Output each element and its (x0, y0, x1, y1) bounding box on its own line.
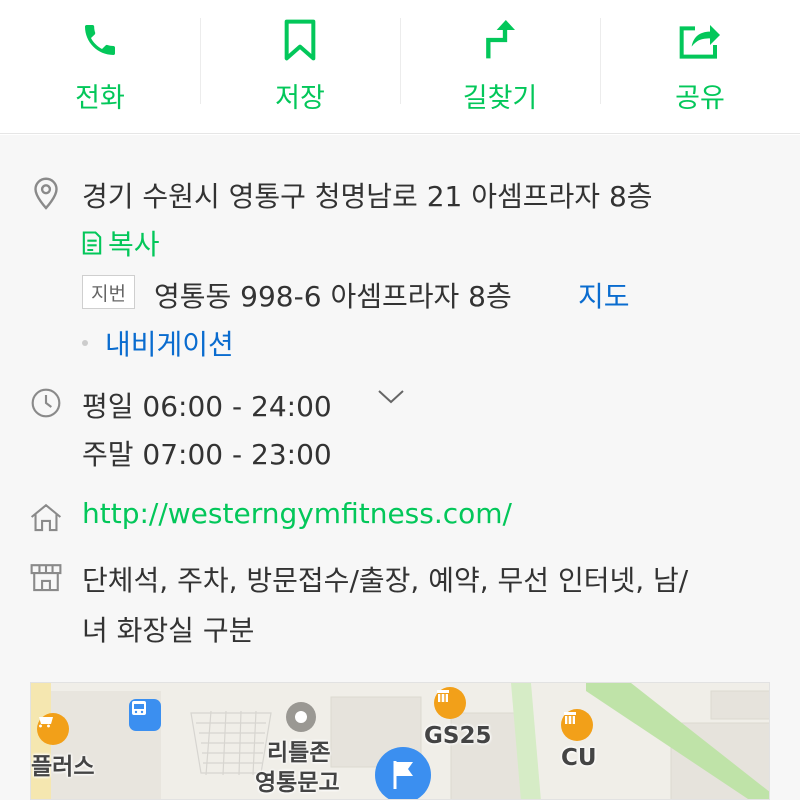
map-link[interactable]: 지도 (578, 275, 630, 315)
action-bar: 전화 저장 길찾기 공유 (0, 0, 800, 134)
map-label-cu: CU (561, 745, 597, 771)
copy-icon (82, 231, 102, 255)
store-poi-icon[interactable] (37, 713, 69, 745)
save-label: 저장 (275, 83, 325, 114)
directions-button[interactable]: 길찾기 (400, 0, 600, 134)
map-label-plus: 플러스 (31, 754, 95, 780)
cu-poi-icon[interactable] (561, 709, 593, 741)
home-icon (28, 499, 64, 535)
phone-icon (78, 18, 122, 62)
clock-icon (28, 385, 64, 421)
share-icon (678, 18, 722, 62)
map-preview[interactable]: 플러스 리틀존 영통문고 GS25 CU (30, 682, 770, 800)
navigation-link[interactable]: 내비게이션 (105, 323, 234, 363)
map-label-gs25: GS25 (424, 723, 492, 749)
bullet-dot (82, 340, 88, 346)
directions-label: 길찾기 (462, 83, 538, 114)
jibun-address: 영통동 998-6 아셈프라자 8층 (154, 280, 512, 313)
amenities-line-1: 단체석, 주차, 방문접수/출장, 예약, 무선 인터넷, 남/ (82, 564, 689, 597)
copy-label: 복사 (108, 228, 160, 261)
copy-address-button[interactable]: 복사 (80, 223, 160, 263)
gs25-poi-icon[interactable] (434, 687, 466, 719)
jibun-badge: 지번 (82, 275, 135, 309)
bookmark-icon (278, 18, 322, 62)
amenities-line-2: 녀 화장실 구분 (82, 614, 255, 647)
store-icon (28, 559, 64, 595)
call-button[interactable]: 전화 (0, 0, 200, 134)
weekend-hours: 주말 07:00 - 23:00 (82, 438, 332, 471)
share-label: 공유 (675, 83, 725, 114)
bus-stop-icon[interactable] (129, 699, 161, 731)
directions-icon (478, 18, 522, 62)
weekday-hours: 평일 06:00 - 24:00 (82, 390, 332, 423)
chevron-down-icon[interactable] (376, 387, 406, 411)
share-button[interactable]: 공유 (600, 0, 800, 134)
save-button[interactable]: 저장 (200, 0, 400, 134)
website-link[interactable]: http://westerngymfitness.com/ (82, 497, 512, 530)
call-label: 전화 (75, 83, 125, 114)
map-label-littlezone: 리틀존 (267, 740, 331, 766)
road-address: 경기 수원시 영통구 청명남로 21 아셈프라자 8층 (82, 180, 653, 213)
map-label-bookstore: 영통문고 (255, 770, 340, 796)
location-pin-icon (28, 175, 64, 211)
